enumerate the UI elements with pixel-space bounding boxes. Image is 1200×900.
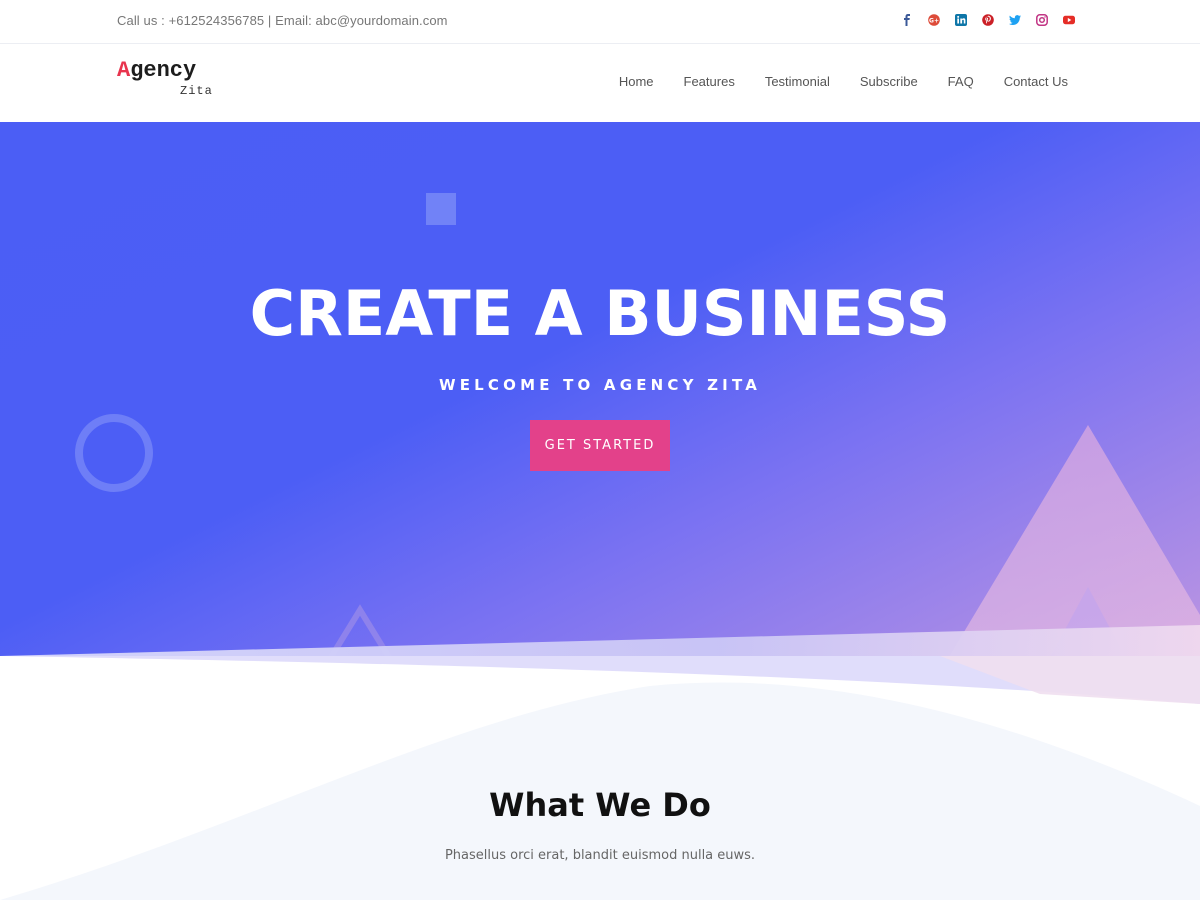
pinterest-icon[interactable] xyxy=(981,13,995,27)
hero-subtitle: WELCOME TO AGENCY ZITA xyxy=(438,376,762,394)
section-title: What We Do xyxy=(489,786,711,824)
logo-subtitle: Zita xyxy=(180,84,213,98)
twitter-icon[interactable] xyxy=(1008,13,1022,27)
contact-info: Call us : +612524356785 | Email: abc@you… xyxy=(117,13,448,28)
site-logo[interactable]: Agency Zita xyxy=(117,59,212,99)
decor-square xyxy=(426,193,456,225)
nav-subscribe[interactable]: Subscribe xyxy=(860,74,918,89)
hero-section: CREATE A BUSINESS WELCOME TO AGENCY ZITA… xyxy=(0,122,1200,722)
what-we-do-section: What We Do Phasellus orci erat, blandit … xyxy=(0,722,1200,900)
logo-letter: A xyxy=(117,58,131,83)
svg-text:G+: G+ xyxy=(929,17,939,24)
get-started-button[interactable]: GET STARTED xyxy=(530,420,670,471)
section-description: Phasellus orci erat, blandit euismod nul… xyxy=(444,848,756,863)
logo-text: Agency xyxy=(117,59,196,83)
logo-word: gency xyxy=(130,58,197,83)
youtube-icon[interactable] xyxy=(1062,13,1076,27)
nav-testimonial[interactable]: Testimonial xyxy=(765,74,830,89)
linkedin-icon[interactable] xyxy=(954,13,968,27)
instagram-icon[interactable] xyxy=(1035,13,1049,27)
nav-faq[interactable]: FAQ xyxy=(948,74,974,89)
main-nav: Home Features Testimonial Subscribe FAQ … xyxy=(619,74,1068,89)
google-plus-icon[interactable]: G+ xyxy=(927,13,941,27)
hero-title: CREATE A BUSINESS xyxy=(249,277,951,350)
nav-contact-us[interactable]: Contact Us xyxy=(1004,74,1068,89)
social-links: G+ xyxy=(900,13,1076,27)
nav-features[interactable]: Features xyxy=(684,74,735,89)
top-bar: Call us : +612524356785 | Email: abc@you… xyxy=(0,0,1200,44)
site-header: Agency Zita Home Features Testimonial Su… xyxy=(0,44,1200,122)
nav-home[interactable]: Home xyxy=(619,74,654,89)
facebook-icon[interactable] xyxy=(900,13,914,27)
